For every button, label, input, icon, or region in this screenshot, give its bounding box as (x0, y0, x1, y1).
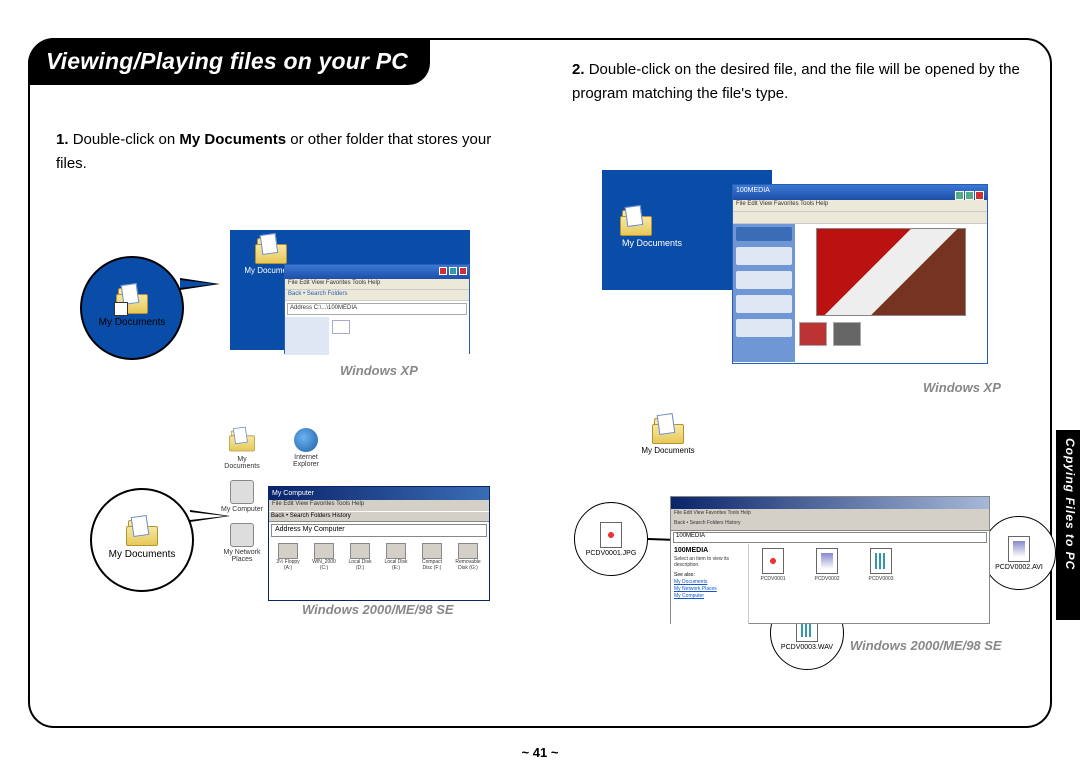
desktop-icon-label: My Documents (620, 238, 684, 248)
xp-menubar: File Edit View Favorites Tools Help (733, 200, 987, 211)
figure-2k-right: My Documents PCDV0001.JPG PCDV0002.AVI (592, 418, 1022, 643)
side-panel-item (736, 247, 792, 265)
link-my-documents: My Documents (674, 579, 745, 585)
thumbnail (833, 322, 861, 346)
icon-internet-explorer: Internet Explorer (284, 428, 328, 470)
os-label-xp-left: Windows XP (340, 363, 418, 378)
see-also-label: See also: (674, 572, 745, 578)
side-panel-item (736, 271, 792, 289)
page-number: ~ 41 ~ (0, 745, 1080, 760)
page-frame: Viewing/Playing files on your PC 1. Doub… (28, 38, 1052, 728)
xp-titlebar (285, 265, 469, 279)
desktop-my-documents-icon: My Documents (620, 210, 684, 248)
my-documents-label: My Documents (638, 446, 698, 455)
icon-my-documents: My Documents (220, 428, 264, 470)
win2k-toolbar: Back • Search Folders History (269, 511, 489, 522)
file-list: PCDV0001 PCDV0002 PCDV0003 (749, 544, 989, 624)
xp-address-bar: Address C:\...\100MEDIA (287, 303, 467, 315)
xp-content-area (329, 317, 469, 355)
avi-file-icon (1008, 536, 1030, 562)
callout-avi-file: PCDV0002.AVI (982, 516, 1056, 590)
jpg-file-icon (600, 522, 622, 548)
page-title: Viewing/Playing files on your PC (28, 38, 430, 85)
os-label-2k-left: Windows 2000/ME/98 SE (302, 602, 454, 617)
callout-label: PCDV0002.AVI (995, 564, 1043, 571)
right-column: 2. Double-click on the desired file, and… (540, 40, 1050, 726)
file-item: PCDV0003 (861, 548, 901, 620)
photo-thumbnails (799, 322, 983, 346)
win2k-menubar: File Edit View Favorites Tools Help (671, 509, 989, 519)
file-item: PCDV0001 (753, 548, 793, 620)
win2k-window: My Computer File Edit View Favorites Too… (268, 486, 490, 601)
manual-page: Viewing/Playing files on your PC 1. Doub… (0, 0, 1080, 766)
win2k-toolbar: Back • Search Folders History (671, 519, 989, 531)
window-buttons (954, 187, 984, 198)
figure-2k-left: My Documents My Documents Internet Explo… (110, 428, 470, 618)
side-panel-item (736, 295, 792, 313)
xp-titlebar: 100MEDIA (733, 185, 987, 200)
left-column: Viewing/Playing files on your PC 1. Doub… (30, 40, 540, 726)
xp-desktop: My Documents File Edit View Favorites To… (230, 230, 470, 350)
select-hint: Select an item to view its description. (674, 556, 745, 568)
xp-explorer-window: File Edit View Favorites Tools Help Back… (284, 264, 470, 354)
step-2-text: 2. Double-click on the desired file, and… (572, 58, 1024, 106)
step-1-text: 1. Double-click on My Documents or other… (56, 128, 508, 176)
icon-my-computer: My Computer (220, 480, 264, 513)
callout-label: PCDV0003.WAV (781, 644, 833, 651)
xp-toolbar: Back • Search Folders (285, 289, 469, 301)
icon-my-network-places: My Network Places (220, 523, 264, 563)
folder-name-heading: 100MEDIA (674, 547, 745, 554)
callout-label: My Documents (99, 317, 166, 328)
win2k-drives: 3½ Floppy (A:) WIN_2000 (C:) Local Disk … (269, 539, 489, 575)
xp-toolbar (733, 211, 987, 224)
drive-item: Local Disk (D:) (345, 543, 375, 571)
callout-tail (180, 278, 220, 290)
xp-side-panel (285, 317, 329, 355)
link-my-network-places: My Network Places (674, 586, 745, 592)
step-2-number: 2. (572, 61, 585, 78)
win2k-window-right: File Edit View Favorites Tools Help Back… (670, 496, 990, 624)
xp-content-area (795, 224, 987, 362)
window-title-text: 100MEDIA (736, 187, 770, 198)
os-label-2k-right: Windows 2000/ME/98 SE (850, 638, 1002, 653)
step-1-number: 1. (56, 131, 69, 148)
my-documents-small: My Documents (638, 418, 698, 455)
thumbnail (799, 322, 827, 346)
section-tab: Copying Files to PC (1056, 430, 1080, 620)
win2k-menubar: File Edit View Favorites Tools Help (269, 500, 489, 511)
callout-jpg-file: PCDV0001.JPG (574, 502, 648, 576)
xp-explorer-window-right: 100MEDIA File Edit View Favorites Tools … (732, 184, 988, 364)
win2k-titlebar: My Computer (269, 487, 489, 500)
os-label-xp-right: Windows XP (923, 380, 1001, 395)
drive-item: Compact Disc (F:) (417, 543, 447, 571)
win2k-side-panel: 100MEDIA Select an item to view its desc… (671, 544, 749, 624)
figure-xp-left: My Documents My Documents File Edit View… (110, 230, 470, 385)
drive-item: Removable Disk (G:) (453, 543, 483, 571)
side-panel-header (736, 227, 792, 241)
step-1-pre: Double-click on (73, 131, 180, 148)
win2k-address: Address My Computer (271, 524, 487, 537)
link-my-computer: My Computer (674, 593, 745, 599)
win2k-address: 100MEDIA (673, 532, 987, 543)
file-item: PCDV0002 (807, 548, 847, 620)
step-1-bold: My Documents (179, 131, 286, 148)
xp-menubar: File Edit View Favorites Tools Help (285, 279, 469, 289)
drive-item: 3½ Floppy (A:) (273, 543, 303, 571)
photo-preview-large (816, 228, 966, 316)
callout-label: PCDV0001.JPG (586, 550, 637, 557)
side-panel-item (736, 319, 792, 337)
figure-xp-right: My Documents 100MEDIA File Edit View Fav… (602, 170, 1002, 380)
callout-my-documents-xp: My Documents (80, 256, 184, 360)
section-tab-label: Copying Files to PC (1059, 438, 1077, 570)
drive-item: WIN_2000 (C:) (309, 543, 339, 571)
win2k-titlebar (671, 497, 989, 509)
drive-item: Local Disk (E:) (381, 543, 411, 571)
my-documents-icon (116, 288, 148, 314)
step-2-body: Double-click on the desired file, and th… (572, 61, 1020, 102)
xp-side-panel (733, 224, 795, 362)
